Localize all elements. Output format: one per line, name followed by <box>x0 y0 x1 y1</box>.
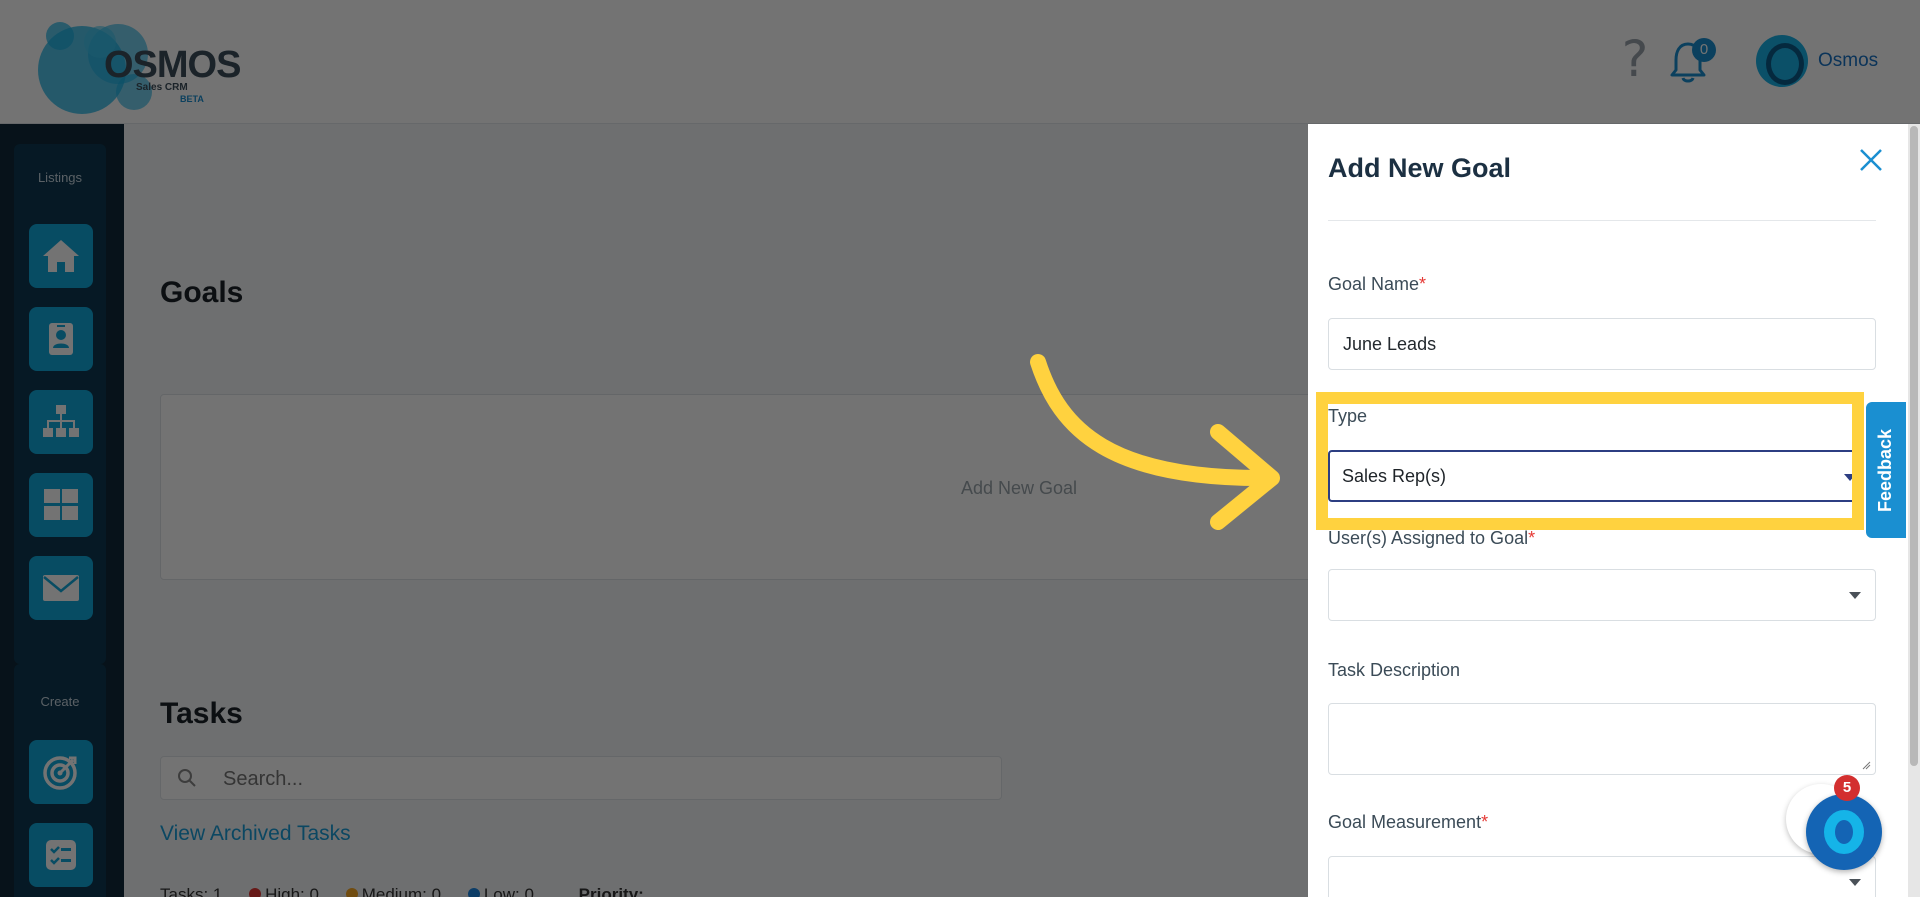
sidebar-item-create-task[interactable] <box>29 823 93 887</box>
logo-beta: BETA <box>180 94 204 104</box>
listings-label: Listings <box>37 170 83 185</box>
logo-text: OSMOS <box>104 44 241 86</box>
assigned-users-select[interactable] <box>1328 569 1876 621</box>
drawer-title: Add New Goal <box>1328 153 1512 183</box>
chevron-down-icon <box>1849 592 1861 599</box>
notification-badge: 0 <box>1692 38 1716 62</box>
dashboard-grid-icon <box>44 489 78 520</box>
goals-title: Goals <box>160 276 244 309</box>
chat-badge: 5 <box>1834 775 1860 801</box>
scrollbar-thumb[interactable] <box>1910 126 1918 766</box>
goal-measurement-select[interactable] <box>1328 856 1876 897</box>
highlight-box <box>1316 392 1864 530</box>
feedback-tab[interactable]: Feedback <box>1866 402 1906 538</box>
org-chart-icon <box>43 405 79 437</box>
goal-measurement-label-text: Goal Measurement <box>1328 812 1482 832</box>
search-input[interactable] <box>223 765 923 793</box>
task-description-textarea[interactable] <box>1328 703 1876 775</box>
chat-widget-button[interactable] <box>1806 794 1882 870</box>
mail-icon <box>43 575 79 601</box>
drawer-divider <box>1328 220 1876 221</box>
sidebar-item-organization[interactable] <box>29 390 93 454</box>
medium-dot <box>345 888 358 897</box>
task-search <box>160 756 1002 800</box>
chevron-down-icon <box>1849 879 1861 886</box>
high-dot <box>249 888 262 897</box>
sidebar-item-home[interactable] <box>29 224 93 288</box>
user-name[interactable]: Osmos <box>1818 50 1878 72</box>
resize-grip-icon[interactable] <box>1861 760 1871 770</box>
chat-logo-icon <box>1835 820 1853 844</box>
help-icon[interactable]: ? <box>1615 34 1655 84</box>
target-icon <box>43 756 77 790</box>
close-icon[interactable] <box>1858 147 1884 173</box>
assigned-users-label-text: User(s) Assigned to Goal <box>1328 528 1529 548</box>
required-mark: * <box>1419 274 1427 294</box>
goal-name-value: June Leads <box>1343 334 1437 354</box>
sidebar: Listings Create <box>0 124 124 897</box>
feedback-label: Feedback <box>1875 428 1896 512</box>
drawer-scrollbar[interactable] <box>1908 124 1920 897</box>
goal-name-label-text: Goal Name <box>1328 274 1420 294</box>
sidebar-item-dashboard[interactable] <box>29 473 93 537</box>
annotation-arrow-icon <box>1030 354 1280 530</box>
tasks-count: Tasks: 1 <box>160 885 223 897</box>
view-archived-tasks-link[interactable]: View Archived Tasks <box>160 822 351 846</box>
high-count: High: 0 <box>265 885 319 897</box>
user-avatar[interactable] <box>1756 35 1808 87</box>
logo-subtitle: Sales CRM <box>136 82 188 93</box>
goal-name-label: Goal Name* <box>1328 274 1426 295</box>
checklist-icon <box>46 840 76 870</box>
osmos-logo[interactable]: OSMOS Sales CRM BETA <box>30 10 241 114</box>
tasks-title: Tasks <box>160 697 243 730</box>
contact-card-icon <box>49 323 73 355</box>
create-label: Create <box>40 694 80 709</box>
low-dot <box>467 888 480 897</box>
sidebar-item-contacts[interactable] <box>29 307 93 371</box>
medium-count: Medium: 0 <box>361 885 442 897</box>
sidebar-item-mail[interactable] <box>29 556 93 620</box>
goal-measurement-label: Goal Measurement* <box>1328 812 1488 833</box>
goal-name-field[interactable]: June Leads <box>1328 318 1876 370</box>
required-mark: * <box>1481 812 1489 832</box>
task-stats: Tasks: 1 High: 0 Medium: 0 Low: 0 Priori… <box>160 885 644 897</box>
top-header: OSMOS Sales CRM BETA ? 0 Osmos <box>0 0 1920 124</box>
task-description-label: Task Description <box>1328 660 1461 680</box>
priority-label: Priority: <box>578 885 644 897</box>
required-mark: * <box>1528 528 1536 548</box>
low-count: Low: 0 <box>483 885 534 897</box>
home-icon <box>43 240 79 272</box>
assigned-users-label: User(s) Assigned to Goal* <box>1328 528 1535 549</box>
sidebar-item-create-goal[interactable] <box>29 740 93 804</box>
search-icon <box>178 769 196 787</box>
